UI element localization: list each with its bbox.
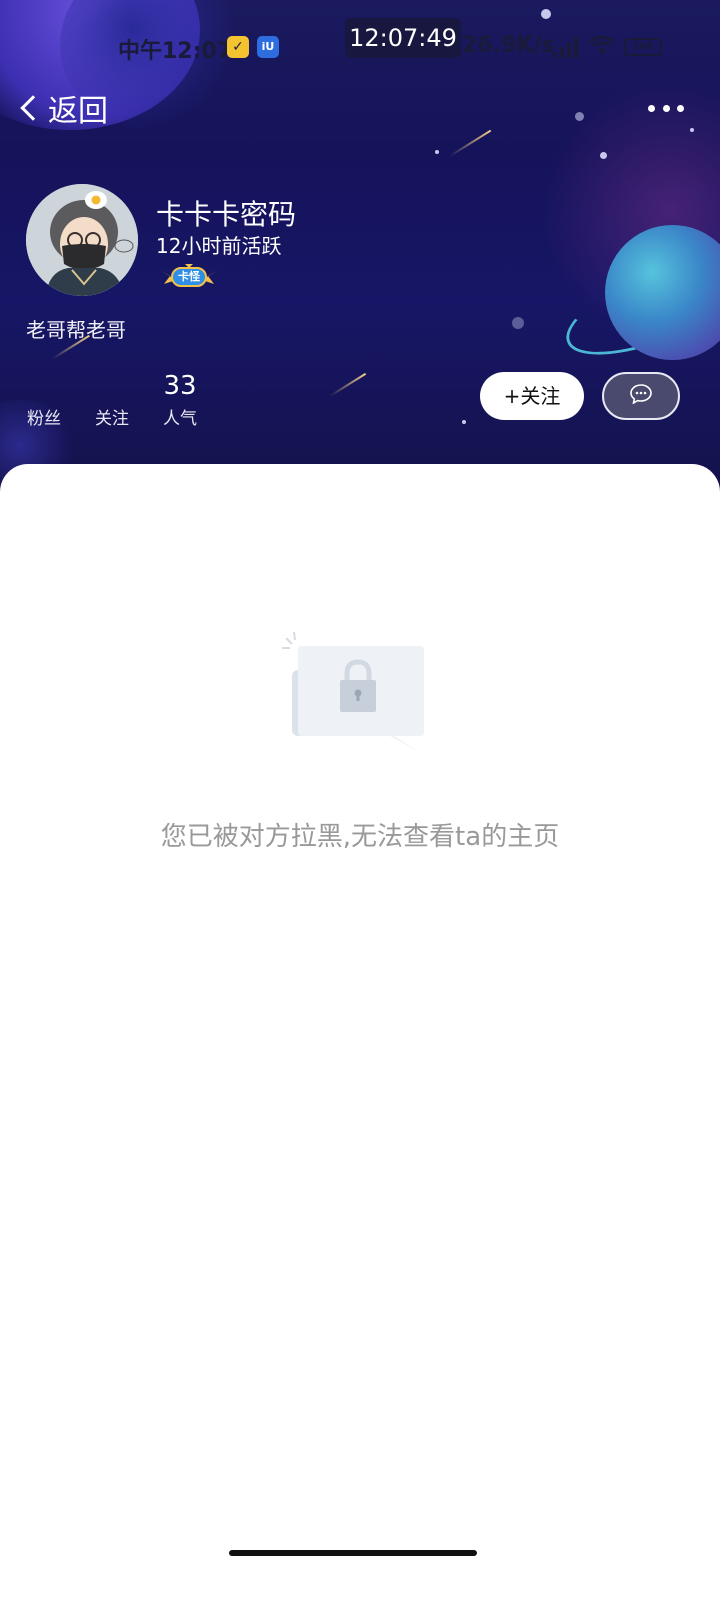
follow-button[interactable]: +关注	[480, 372, 584, 420]
clock-overlay: 12:07:49	[345, 18, 461, 58]
lock-icon	[282, 630, 428, 756]
stat-fans[interactable]: 粉丝	[26, 370, 62, 429]
star	[462, 420, 466, 424]
star	[435, 150, 439, 154]
signature: 老哥帮老哥	[26, 318, 126, 342]
back-label: 返回	[48, 94, 108, 129]
star	[575, 112, 584, 121]
back-button[interactable]: 返回	[16, 86, 108, 130]
stat-following-value	[94, 370, 130, 402]
stat-popularity[interactable]: 33 人气	[162, 370, 198, 429]
message-button[interactable]	[602, 372, 680, 420]
meteor	[449, 129, 492, 157]
status-bar: 中午12:07 ✓ iU 12:07:49 26.9K/s 100	[0, 0, 720, 95]
status-time: 中午12:07	[118, 39, 233, 64]
app-notification-icon: iU	[257, 36, 279, 58]
star	[600, 152, 607, 159]
more-dots-icon	[662, 104, 670, 112]
stat-fans-label: 粉丝	[27, 409, 61, 429]
meteor	[329, 372, 367, 397]
more-button[interactable]	[648, 96, 684, 120]
network-speed: 26.9K/s	[462, 33, 555, 58]
star	[690, 128, 694, 132]
stat-popularity-label: 人气	[163, 409, 197, 429]
chat-bubble-icon	[630, 384, 652, 408]
badge-label: 卡怪	[178, 270, 200, 283]
signal-icon	[553, 36, 579, 58]
chevron-left-icon	[20, 95, 46, 121]
stat-popularity-value: 33	[163, 371, 197, 401]
more-dots-icon	[648, 104, 655, 112]
stat-fans-value	[26, 370, 62, 402]
home-indicator[interactable]	[229, 1550, 477, 1556]
avatar[interactable]	[26, 184, 138, 296]
active-status: 12小时前活跃	[156, 234, 282, 258]
wifi-icon	[588, 34, 616, 62]
battery-icon: 100	[624, 38, 662, 56]
blocked-message: 您已被对方拉黑,无法查看ta的主页	[160, 822, 560, 852]
shield-icon: ✓	[227, 36, 249, 58]
stat-following-label: 关注	[95, 409, 129, 429]
more-dots-icon	[677, 104, 684, 112]
star	[512, 317, 524, 329]
stat-following[interactable]: 关注	[94, 370, 130, 429]
username: 卡卡卡密码	[156, 198, 297, 231]
level-badge: 卡怪	[158, 262, 220, 290]
